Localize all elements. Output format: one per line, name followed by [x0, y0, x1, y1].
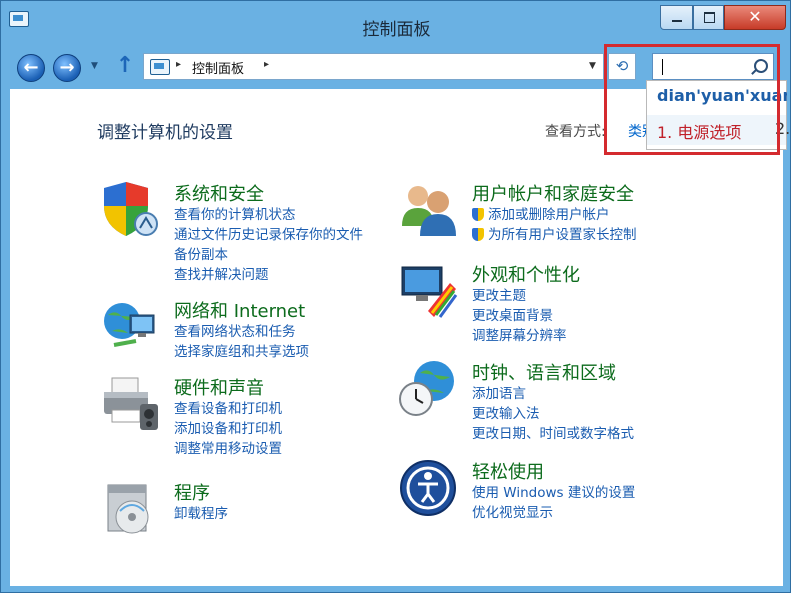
annotation-highlight-box [604, 44, 780, 155]
minimize-button[interactable] [660, 5, 693, 30]
category-title[interactable]: 外观和个性化 [472, 261, 580, 287]
recent-pages-dropdown[interactable]: ▼ [91, 61, 98, 71]
category-title[interactable]: 时钟、语言和区域 [472, 359, 616, 385]
up-button[interactable]: ↑ [113, 55, 137, 79]
forward-button[interactable]: → [53, 54, 81, 82]
link-screen-resolution[interactable]: 调整屏幕分辨率 [472, 326, 567, 346]
link-parental-controls[interactable]: 为所有用户设置家长控制 [472, 225, 637, 245]
link-add-language[interactable]: 添加语言 [472, 384, 634, 404]
network-icon [104, 303, 155, 347]
address-dropdown-icon[interactable]: ▼ [589, 61, 596, 71]
view-by-label: 查看方式: [545, 124, 606, 140]
category-title[interactable]: 用户帐户和家庭安全 [472, 180, 634, 206]
link-add-remove-users[interactable]: 添加或删除用户帐户 [472, 205, 637, 225]
control-panel-window: 控制面板 ✕ ← → ▼ ↑ ▸ 控制面板 ▸ ▼ ⟲ 调整计算机的设置 查看方… [0, 0, 791, 593]
shield-icon [104, 182, 158, 236]
control-panel-icon [150, 59, 170, 75]
link-homegroup[interactable]: 选择家庭组和共享选项 [174, 342, 309, 362]
category-title[interactable]: 系统和安全 [174, 180, 264, 206]
programs-icon [107, 484, 149, 534]
link-troubleshoot[interactable]: 查找并解决问题 [174, 265, 363, 285]
clock-globe-icon [399, 361, 454, 416]
printer-icon [104, 377, 158, 430]
breadcrumb-separator-icon[interactable]: ▸ [176, 59, 181, 70]
link-view-computer-status[interactable]: 查看你的计算机状态 [174, 205, 363, 225]
link-file-history[interactable]: 通过文件历史记录保存你的文件 [174, 225, 363, 245]
category-title[interactable]: 网络和 Internet [174, 297, 305, 323]
link-recommended-settings[interactable]: 使用 Windows 建议的设置 [472, 483, 635, 503]
main-content: 调整计算机的设置 查看方式: 类别 系统和安全 查看你的计算机状态 通过文件历史… [10, 89, 783, 586]
link-change-input-method[interactable]: 更改输入法 [472, 404, 634, 424]
link-mobility-settings[interactable]: 调整常用移动设置 [174, 439, 282, 459]
link-backup[interactable]: 备份副本 [174, 245, 363, 265]
link-uninstall-program[interactable]: 卸载程序 [174, 504, 228, 524]
category-title[interactable]: 程序 [174, 479, 210, 505]
back-button[interactable]: ← [17, 54, 45, 82]
breadcrumb-control-panel[interactable]: 控制面板 [192, 58, 244, 77]
page-title: 调整计算机的设置 [97, 123, 233, 143]
close-button[interactable]: ✕ [724, 5, 786, 30]
category-title[interactable]: 轻松使用 [472, 458, 544, 484]
link-change-date-format[interactable]: 更改日期、时间或数字格式 [472, 424, 634, 444]
link-add-device[interactable]: 添加设备和打印机 [174, 419, 282, 439]
category-title[interactable]: 硬件和声音 [174, 374, 264, 400]
breadcrumb-separator-icon[interactable]: ▸ [264, 59, 269, 70]
link-change-background[interactable]: 更改桌面背景 [472, 306, 567, 326]
back-arrow-icon: ← [23, 57, 39, 78]
title-bar[interactable]: 控制面板 ✕ [1, 1, 791, 47]
uac-shield-icon [472, 208, 484, 221]
maximize-button[interactable] [693, 5, 724, 30]
ease-of-access-icon [400, 460, 456, 516]
link-network-status[interactable]: 查看网络状态和任务 [174, 322, 309, 342]
address-bar[interactable]: ▸ 控制面板 ▸ ▼ [143, 53, 604, 80]
link-optimize-visual[interactable]: 优化视觉显示 [472, 503, 635, 523]
link-change-theme[interactable]: 更改主题 [472, 286, 567, 306]
link-view-devices[interactable]: 查看设备和打印机 [174, 399, 282, 419]
users-icon [402, 186, 456, 236]
appearance-icon [401, 266, 458, 318]
forward-arrow-icon: → [59, 57, 75, 78]
close-icon: ✕ [748, 7, 762, 26]
uac-shield-icon [472, 228, 484, 241]
